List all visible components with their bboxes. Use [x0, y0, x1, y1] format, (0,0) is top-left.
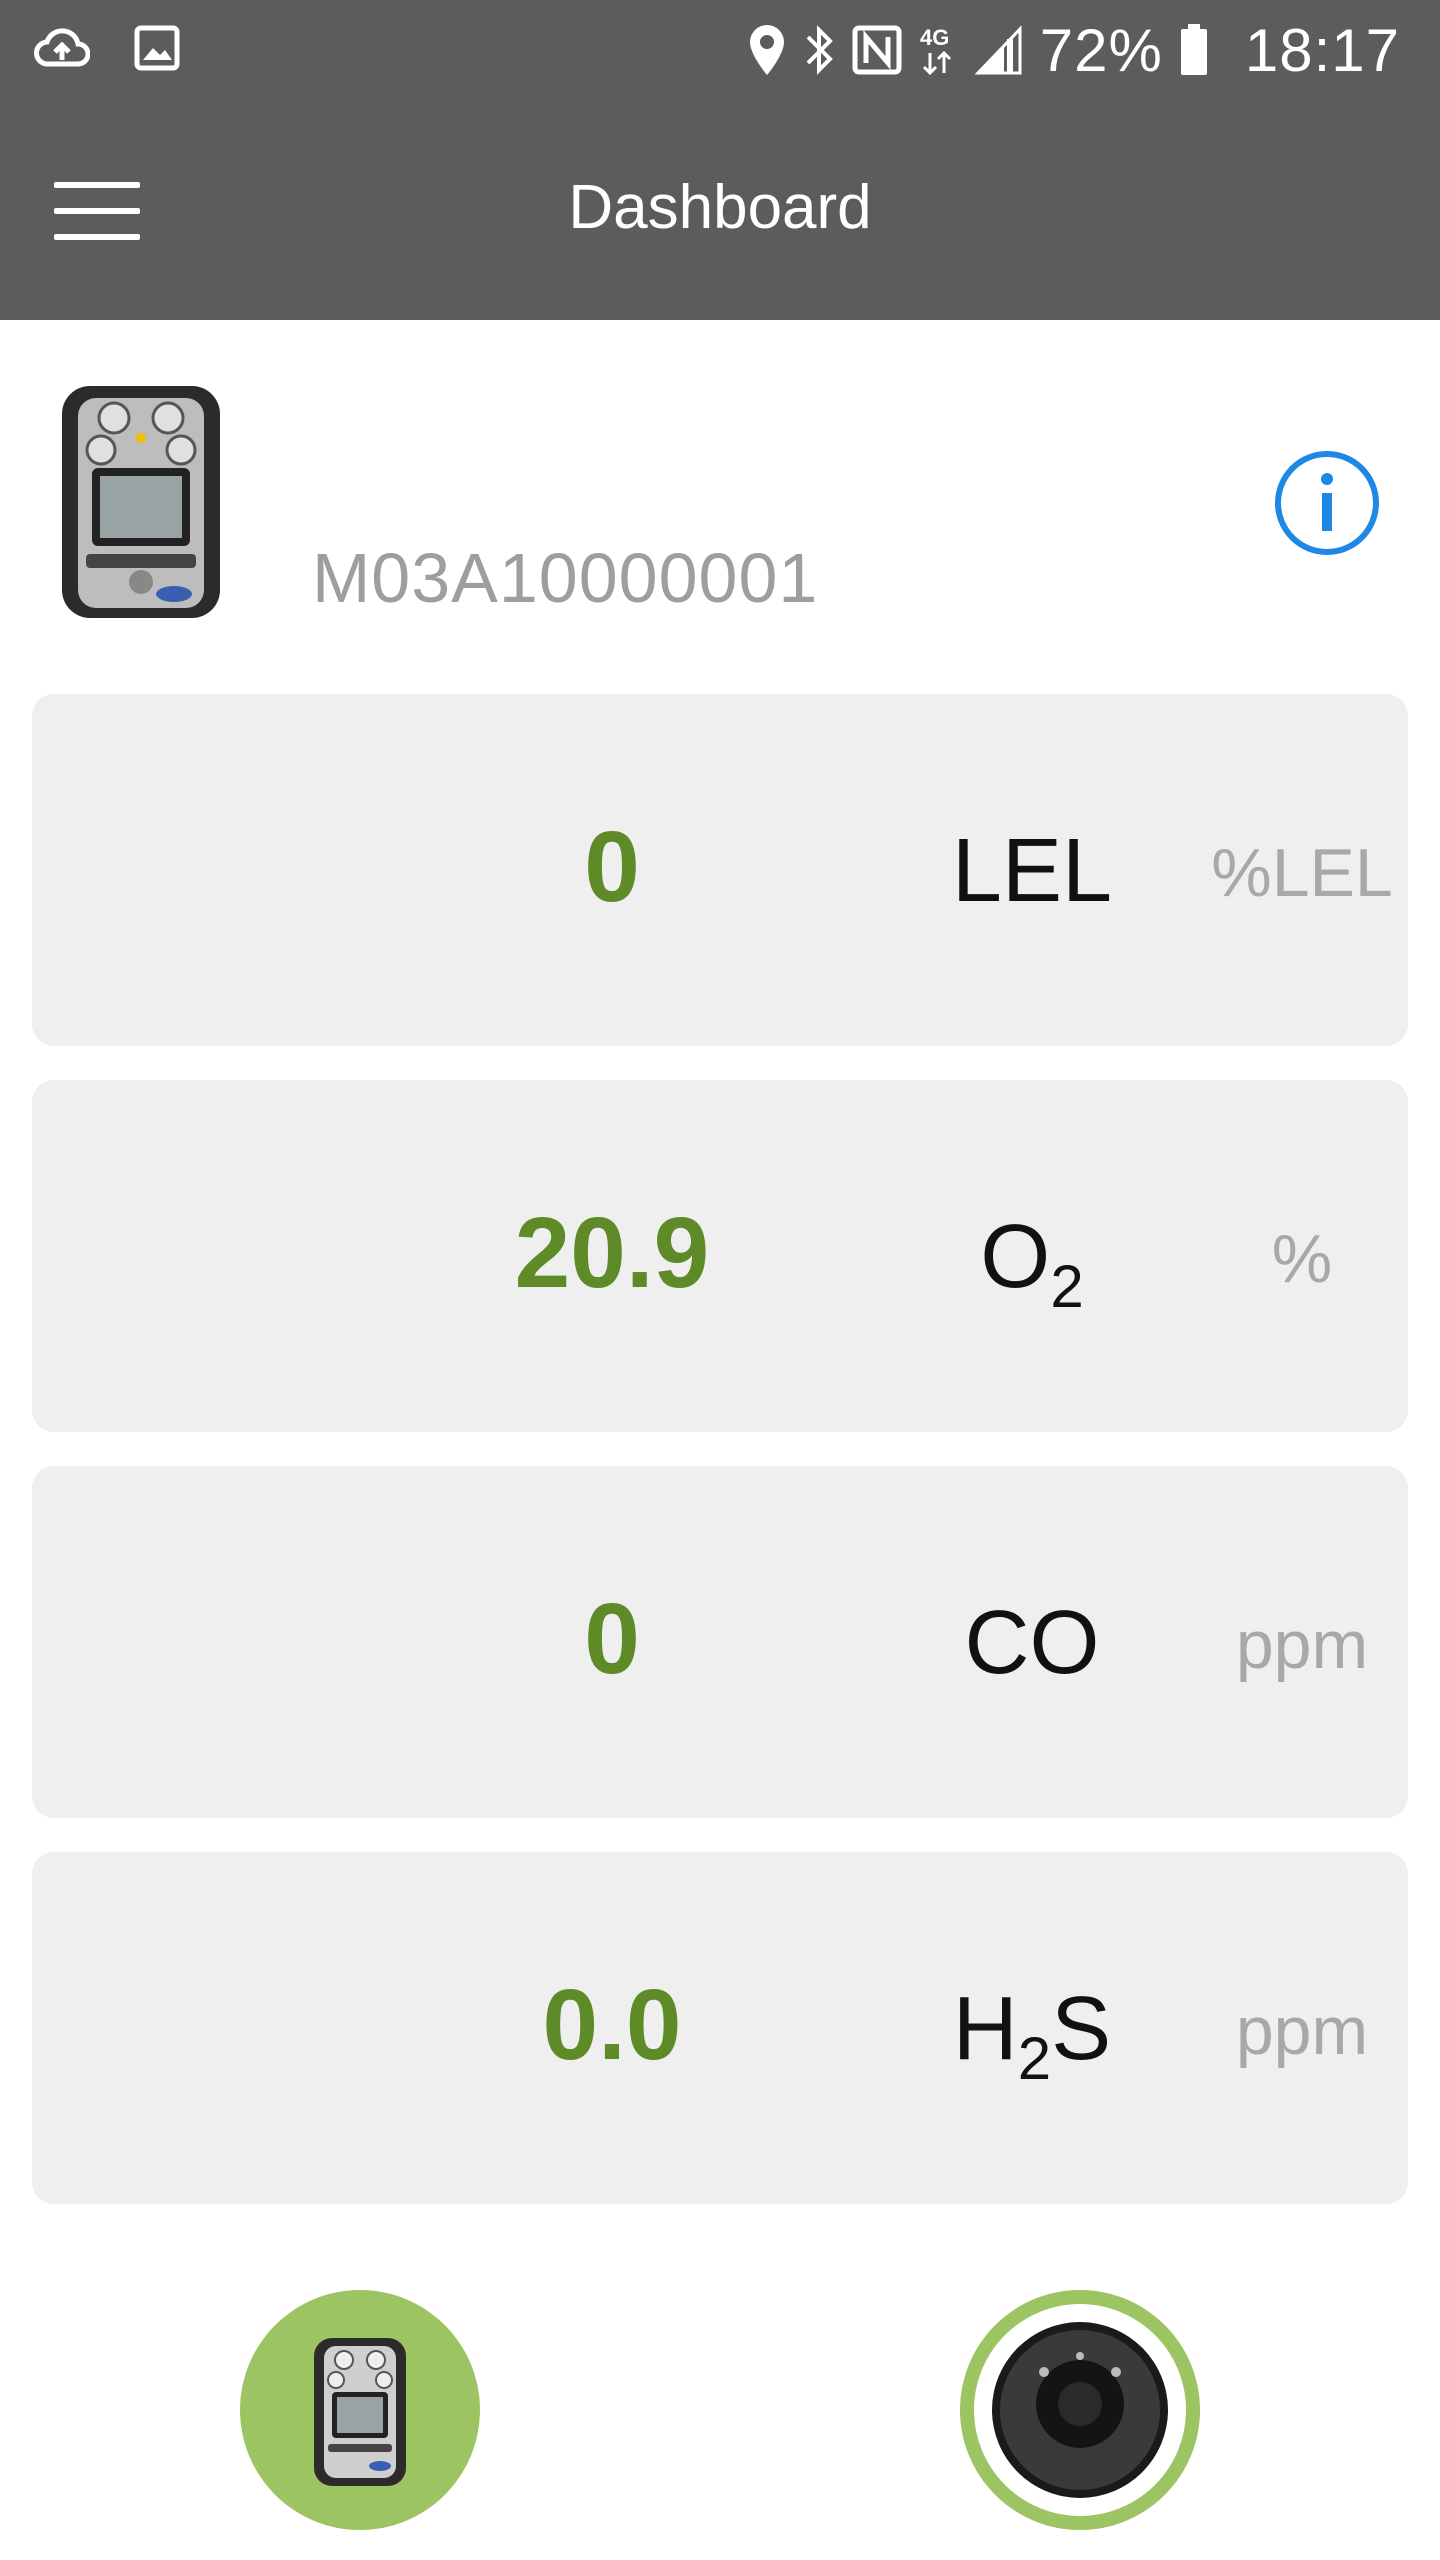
- gas-name: H2S: [852, 1978, 1212, 2093]
- reading-value: 0: [584, 811, 640, 923]
- gas-symbol: CO: [964, 1593, 1100, 1693]
- multi-gas-detector-icon: [314, 2338, 406, 2486]
- reading-value: 20.9: [514, 1197, 710, 1309]
- gas-name: O2: [852, 1206, 1212, 1321]
- reading-card-lel[interactable]: 0 LEL %LEL: [32, 694, 1408, 1046]
- multi-gas-device-button[interactable]: [240, 2290, 480, 2530]
- gas-symbol-suffix: S: [1051, 1979, 1112, 2079]
- reading-unit: ppm: [1235, 1993, 1369, 2069]
- image-icon: [134, 25, 180, 71]
- gas-name: CO: [852, 1592, 1212, 1695]
- gas-symbol: O: [980, 1207, 1051, 1307]
- reading-value: 0: [584, 1583, 640, 1695]
- battery-percent: 72%: [1039, 16, 1163, 84]
- nfc-icon: [852, 25, 902, 75]
- gas-symbol: H: [952, 1979, 1018, 2079]
- gas-symbol: LEL: [951, 821, 1113, 921]
- device-header: M03A10000001: [0, 320, 1440, 660]
- status-bar: 4G 72% 18:17: [0, 0, 1440, 100]
- device-serial-number: M03A10000001: [312, 539, 819, 617]
- bluetooth-icon: [806, 25, 833, 75]
- gas-name: LEL: [852, 820, 1212, 923]
- reading-card-o2[interactable]: 20.9 O2 %: [32, 1080, 1408, 1432]
- page-title: Dashboard: [568, 173, 872, 242]
- signal-icon: [974, 25, 1022, 75]
- reading-value: 0.0: [542, 1969, 682, 2081]
- reading-unit: %: [1271, 1221, 1333, 1297]
- gas-subscript: 2: [1017, 2025, 1052, 2092]
- reading-card-h2s[interactable]: 0.0 H2S ppm: [32, 1852, 1408, 2204]
- status-bar-right: 4G 72% 18:17: [748, 16, 1400, 84]
- reading-card-co[interactable]: 0 CO ppm: [32, 1466, 1408, 1818]
- status-bar-left: [34, 24, 180, 72]
- cloud-upload-icon: [34, 28, 90, 67]
- status-time: 18:17: [1244, 16, 1400, 84]
- reading-unit: ppm: [1235, 1607, 1369, 1683]
- reading-unit: %LEL: [1211, 835, 1393, 911]
- zephyr-device-button[interactable]: [960, 2290, 1200, 2530]
- network-4g-icon: 4G: [920, 25, 951, 76]
- svg-text:4G: 4G: [920, 25, 949, 50]
- info-icon[interactable]: [1272, 448, 1382, 558]
- location-pin-icon: [749, 25, 784, 75]
- gas-subscript: 2: [1050, 1253, 1084, 1320]
- app-bar: Dashboard: [0, 100, 1440, 320]
- zephyr-device-icon: [992, 2322, 1168, 2498]
- multi-gas-detector-image: [62, 386, 220, 618]
- battery-icon: [1180, 24, 1207, 75]
